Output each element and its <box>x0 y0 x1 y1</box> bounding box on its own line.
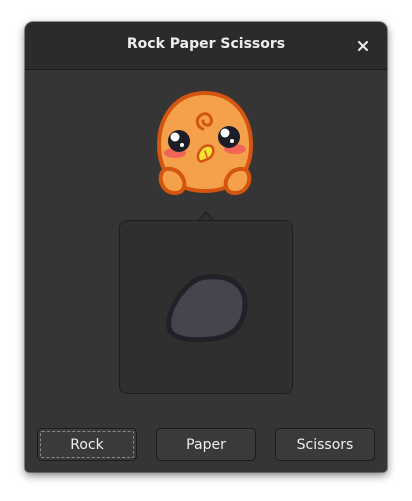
close-icon <box>358 41 368 51</box>
scissors-button[interactable]: Scissors <box>275 428 375 461</box>
window-title: Rock Paper Scissors <box>126 36 286 52</box>
close-button[interactable] <box>351 34 375 58</box>
paper-button[interactable]: Paper <box>156 428 256 461</box>
rock-button[interactable]: Rock <box>37 428 137 461</box>
app-window: Rock Paper Scissors Rock Paper Scissors <box>25 22 387 472</box>
rock-icon <box>166 274 248 343</box>
result-popover <box>119 220 293 394</box>
chick-mascot-icon <box>156 90 254 196</box>
header-bar: Rock Paper Scissors <box>25 22 387 70</box>
